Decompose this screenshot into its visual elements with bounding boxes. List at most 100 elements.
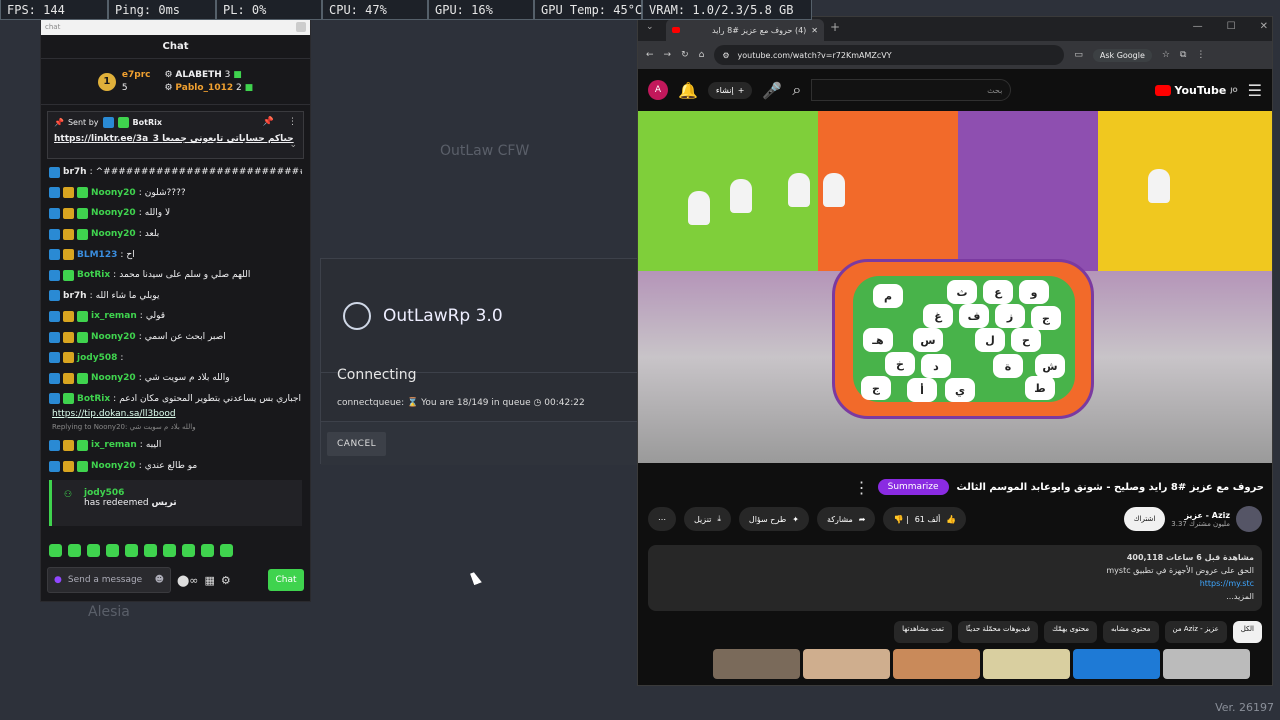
maximize-icon[interactable]: ☐ [1227, 21, 1236, 32]
chat-username[interactable]: BotRix [77, 394, 110, 404]
tab-youtube[interactable]: (4) حروف مع عزيز #8 رايد ✕ [666, 19, 824, 41]
show-more[interactable]: ...المزيد [656, 590, 1254, 603]
menu-icon[interactable]: ⋮ [1196, 50, 1205, 60]
youtube-logo[interactable]: YouTube JO [1154, 84, 1238, 97]
cast-icon[interactable]: ▭ [1074, 50, 1083, 60]
thumbnail[interactable] [803, 649, 890, 679]
voice-search-icon[interactable]: 🎤 [762, 81, 782, 100]
download-button[interactable]: تنزيل ⤓ [684, 507, 731, 531]
emote-icon[interactable] [163, 544, 176, 557]
thumbnail[interactable] [1163, 649, 1250, 679]
search-icon[interactable]: ⌕ [792, 80, 801, 100]
chat-message: ix_reman: اليبه [49, 435, 302, 456]
emote-icon[interactable] [68, 544, 81, 557]
filter-chip[interactable]: محتوى مشابه [1102, 621, 1159, 643]
chat-username[interactable]: br7h [63, 167, 87, 177]
subscribe-button[interactable]: اشتراك [1123, 507, 1166, 531]
create-button[interactable]: إنشاء + [707, 81, 753, 99]
pinned-message[interactable]: 📌 Sent by BotRix 📌 ⋮ https://linktr.ee/3a… [47, 111, 304, 159]
account-avatar[interactable]: A [648, 80, 668, 100]
close-icon[interactable]: ✕ [811, 26, 818, 35]
thumbnail[interactable] [893, 649, 980, 679]
chat-username[interactable]: Noony20 [91, 188, 136, 198]
bits-icon[interactable]: ⬤∞ [177, 574, 198, 587]
close-window-icon[interactable]: ✕ [1260, 21, 1268, 32]
chat-username[interactable]: Noony20 [91, 373, 136, 383]
description-link[interactable]: https://my.stc [656, 577, 1254, 590]
filter-chip[interactable]: فيديوهات محمّلة حديثًا [958, 621, 1039, 643]
like-dislike-button[interactable]: 👎 | 61 ألف 👍 [883, 507, 967, 531]
channel-info[interactable]: عزيز - Aziz 3.37 مليون مشترك [1171, 511, 1230, 528]
site-info-icon[interactable]: ⚙ [722, 51, 729, 60]
gear-icon[interactable]: ⚙ [221, 574, 231, 587]
chat-username[interactable]: Noony20 [91, 229, 136, 239]
filter-chip[interactable]: تمت مشاهدتها [894, 621, 952, 643]
chat-username[interactable]: ix_reman [91, 311, 137, 321]
chat-link[interactable]: https://tip.dokan.sa/ll3bood [49, 409, 302, 423]
pinned-sender: 📌 Sent by BotRix [54, 117, 163, 128]
star-icon[interactable]: ☆ [1162, 50, 1170, 60]
chevron-down-icon[interactable]: ⌄ [289, 140, 297, 150]
home-icon[interactable]: ⌂ [699, 50, 705, 60]
thumbnail[interactable] [983, 649, 1070, 679]
filter-chip[interactable]: الكل [1232, 621, 1262, 643]
mic-icon[interactable]: ● [54, 575, 62, 585]
clock-icon: ◷ [533, 398, 542, 408]
notifications-icon[interactable]: 🔔 [678, 81, 698, 100]
emote-icon[interactable] [125, 544, 138, 557]
emote-icon[interactable] [144, 544, 157, 557]
chat-username[interactable]: Noony20 [91, 332, 136, 342]
filter-chip[interactable]: محتوى يهمّك [1044, 621, 1097, 643]
emote-icon[interactable] [49, 544, 62, 557]
chat-username[interactable]: jody508 [77, 353, 117, 363]
emote-icon[interactable] [106, 544, 119, 557]
forward-icon[interactable]: → [664, 50, 672, 60]
message-input[interactable]: ● Send a message ☻ [47, 567, 171, 593]
close-icon[interactable] [296, 22, 306, 32]
chat-titlebar[interactable]: chat [41, 19, 310, 35]
send-chat-button[interactable]: Chat [268, 569, 304, 591]
chat-username[interactable]: ix_reman [91, 440, 137, 450]
chat-username[interactable]: BLM123 [77, 250, 117, 260]
chat-message: Noony20: والله بلاد م سويت شي [49, 368, 302, 389]
store-icon[interactable]: ▦ [204, 574, 214, 587]
thumbnail[interactable] [713, 649, 800, 679]
badge-icon [49, 290, 60, 302]
description-line: الحق على عروض الأجهزة في تطبيق mystc [1106, 566, 1254, 575]
guide-menu-icon[interactable]: ☰ [1248, 81, 1262, 100]
emote-icon[interactable] [182, 544, 195, 557]
redeem-user[interactable]: jody506 [84, 488, 302, 498]
video-player[interactable]: م ث ع و غ ف ز ج هـ س ل ح خ د ة ش ج أ ي ط [638, 111, 1272, 463]
chat-username[interactable]: Noony20 [91, 461, 136, 471]
back-icon[interactable]: ← [646, 50, 654, 60]
minimize-icon[interactable]: — [1193, 21, 1203, 32]
video-description[interactable]: 400,118 مشاهدة قبل 6 ساعات الحق على عروض… [648, 545, 1262, 611]
chat-username[interactable]: Noony20 [91, 208, 136, 218]
summarize-button[interactable]: Summarize [877, 479, 949, 495]
more-actions-button[interactable]: ⋯ [648, 507, 676, 531]
address-bar[interactable]: ⚙ youtube.com/watch?v=r72KmAMZcVY [714, 45, 1065, 65]
filter-chip[interactable]: من Aziz - عزيز [1164, 621, 1227, 643]
emote-icon[interactable] [87, 544, 100, 557]
chat-username[interactable]: br7h [63, 291, 87, 301]
ask-google-button[interactable]: Ask Google [1092, 48, 1152, 62]
reply-context: Replying to Noony20: والله بلاد م سويت ش… [52, 423, 196, 432]
search-input[interactable]: بحث [811, 79, 1012, 101]
reload-icon[interactable]: ↻ [681, 50, 689, 60]
share-button[interactable]: مشاركة ➦ [816, 507, 876, 531]
channel-avatar[interactable] [1236, 506, 1262, 532]
emoji-icon[interactable]: ☻ [155, 575, 164, 585]
pin-toggle-icon[interactable]: 📌 [263, 117, 274, 127]
ask-button[interactable]: طرح سؤال ✦ [738, 507, 809, 531]
chat-username[interactable]: BotRix [77, 270, 110, 280]
extensions-icon[interactable]: ⧉ [1180, 50, 1186, 60]
emote-icon[interactable] [201, 544, 214, 557]
more-icon[interactable]: ⋮ [288, 117, 297, 127]
tab-list-icon[interactable]: ⌄ [646, 22, 654, 32]
cancel-button[interactable]: CANCEL [327, 432, 387, 456]
new-tab-icon[interactable]: + [830, 20, 840, 34]
pinned-link[interactable]: https://linktr.ee/3a_3 حياكم حساباتي تاب… [54, 134, 297, 144]
emote-icon[interactable] [220, 544, 233, 557]
more-icon[interactable]: ⋮ [854, 478, 870, 497]
thumbnail[interactable] [1073, 649, 1160, 679]
